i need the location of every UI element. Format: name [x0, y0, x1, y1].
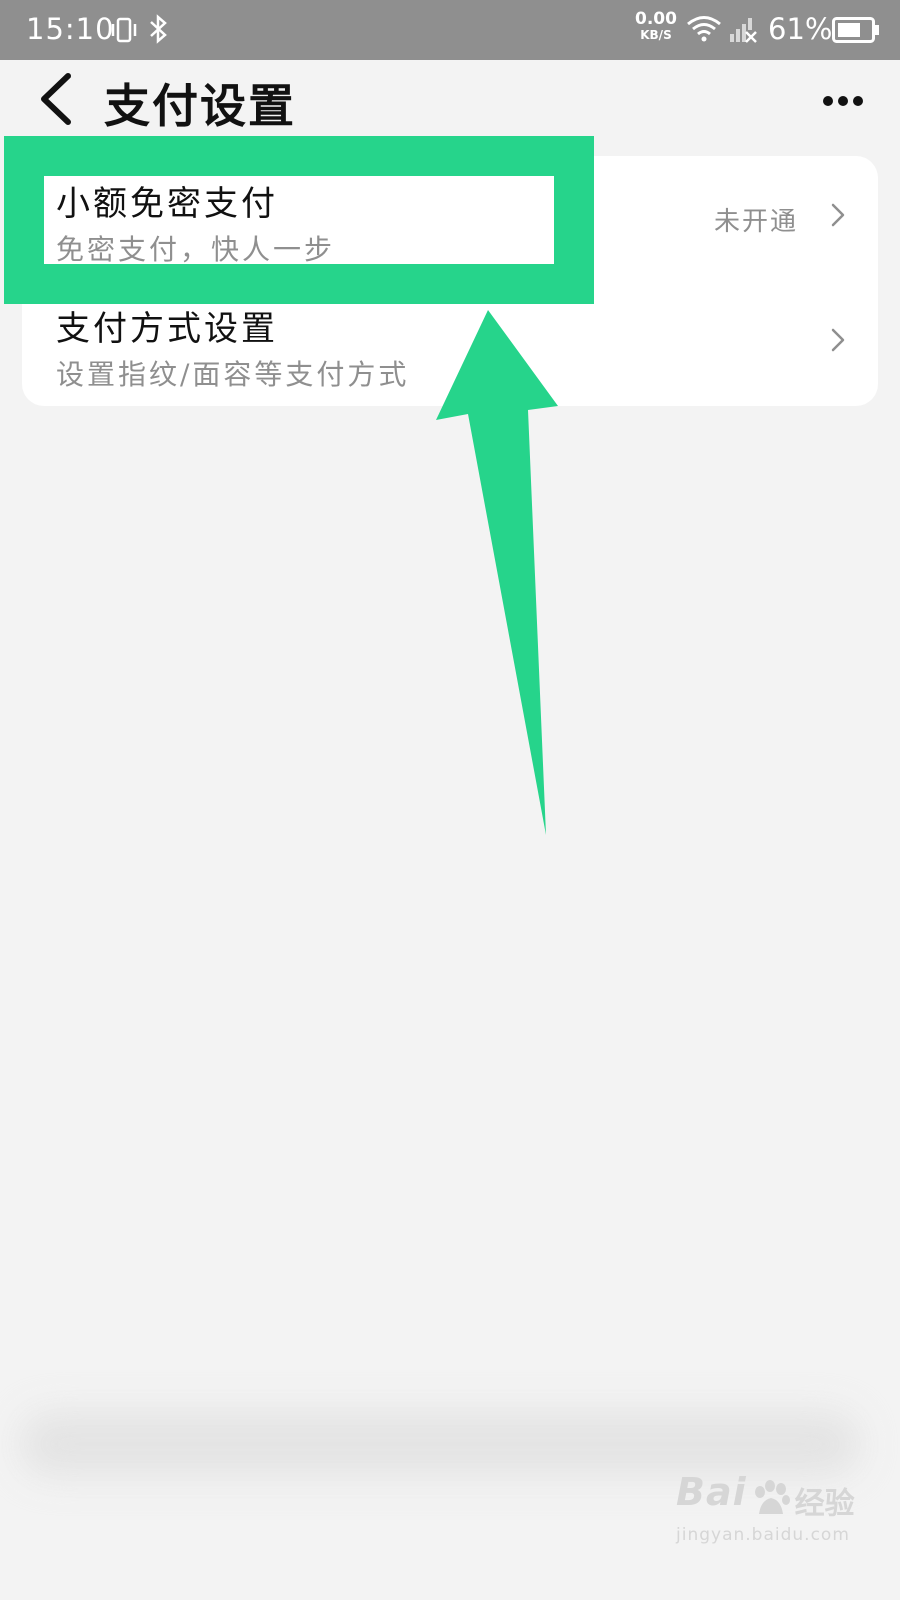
- chevron-left-icon[interactable]: [38, 72, 74, 130]
- status-label: 未开通: [713, 207, 798, 237]
- watermark-suffix: 经验: [794, 1486, 855, 1522]
- battery-percent: 61%: [768, 12, 833, 46]
- settings-item-subtitle: 设置指纹/面容等支付方式: [56, 358, 410, 391]
- watermark-brand: Bai: [676, 1470, 747, 1514]
- paw-logo-icon: [751, 1479, 791, 1522]
- more-dots-icon[interactable]: [822, 92, 864, 111]
- chevron-right-icon: [830, 202, 846, 232]
- status-bar: 15:10 0.00 KB/S 61%: [0, 0, 900, 60]
- network-speed: 0.00 KB/S: [635, 11, 677, 43]
- header: 支付设置: [0, 60, 900, 140]
- chevron-right-icon: [830, 327, 846, 357]
- bluetooth-icon: [148, 14, 170, 48]
- settings-card: 小额免密支付 免密支付，快人一步 未开通 支付方式设置 设置指纹/面容等支付方式: [22, 156, 878, 406]
- wifi-icon: [686, 15, 722, 47]
- settings-item-subtitle: 免密支付，快人一步: [56, 233, 336, 266]
- vibrate-icon: [110, 16, 138, 48]
- battery-icon: [832, 17, 880, 47]
- network-speed-unit: KB/S: [640, 28, 672, 42]
- settings-item-small-amount-free-payment[interactable]: 小额免密支付 免密支付，快人一步 未开通: [22, 156, 878, 281]
- signal-icon: [728, 14, 758, 48]
- page-title: 支付设置: [104, 79, 296, 133]
- settings-item-payment-method[interactable]: 支付方式设置 设置指纹/面容等支付方式: [22, 281, 878, 406]
- bottom-blurred-area: [20, 1412, 860, 1476]
- settings-item-title: 支付方式设置: [56, 309, 278, 349]
- watermark-url: jingyan.baidu.com: [676, 1524, 850, 1545]
- baidu-jingyan-watermark: Bai 经验 jingyan.baidu.com: [676, 1470, 855, 1545]
- network-speed-value: 0.00: [635, 9, 677, 29]
- settings-item-title: 小额免密支付: [56, 184, 278, 224]
- status-time: 15:10: [26, 12, 115, 46]
